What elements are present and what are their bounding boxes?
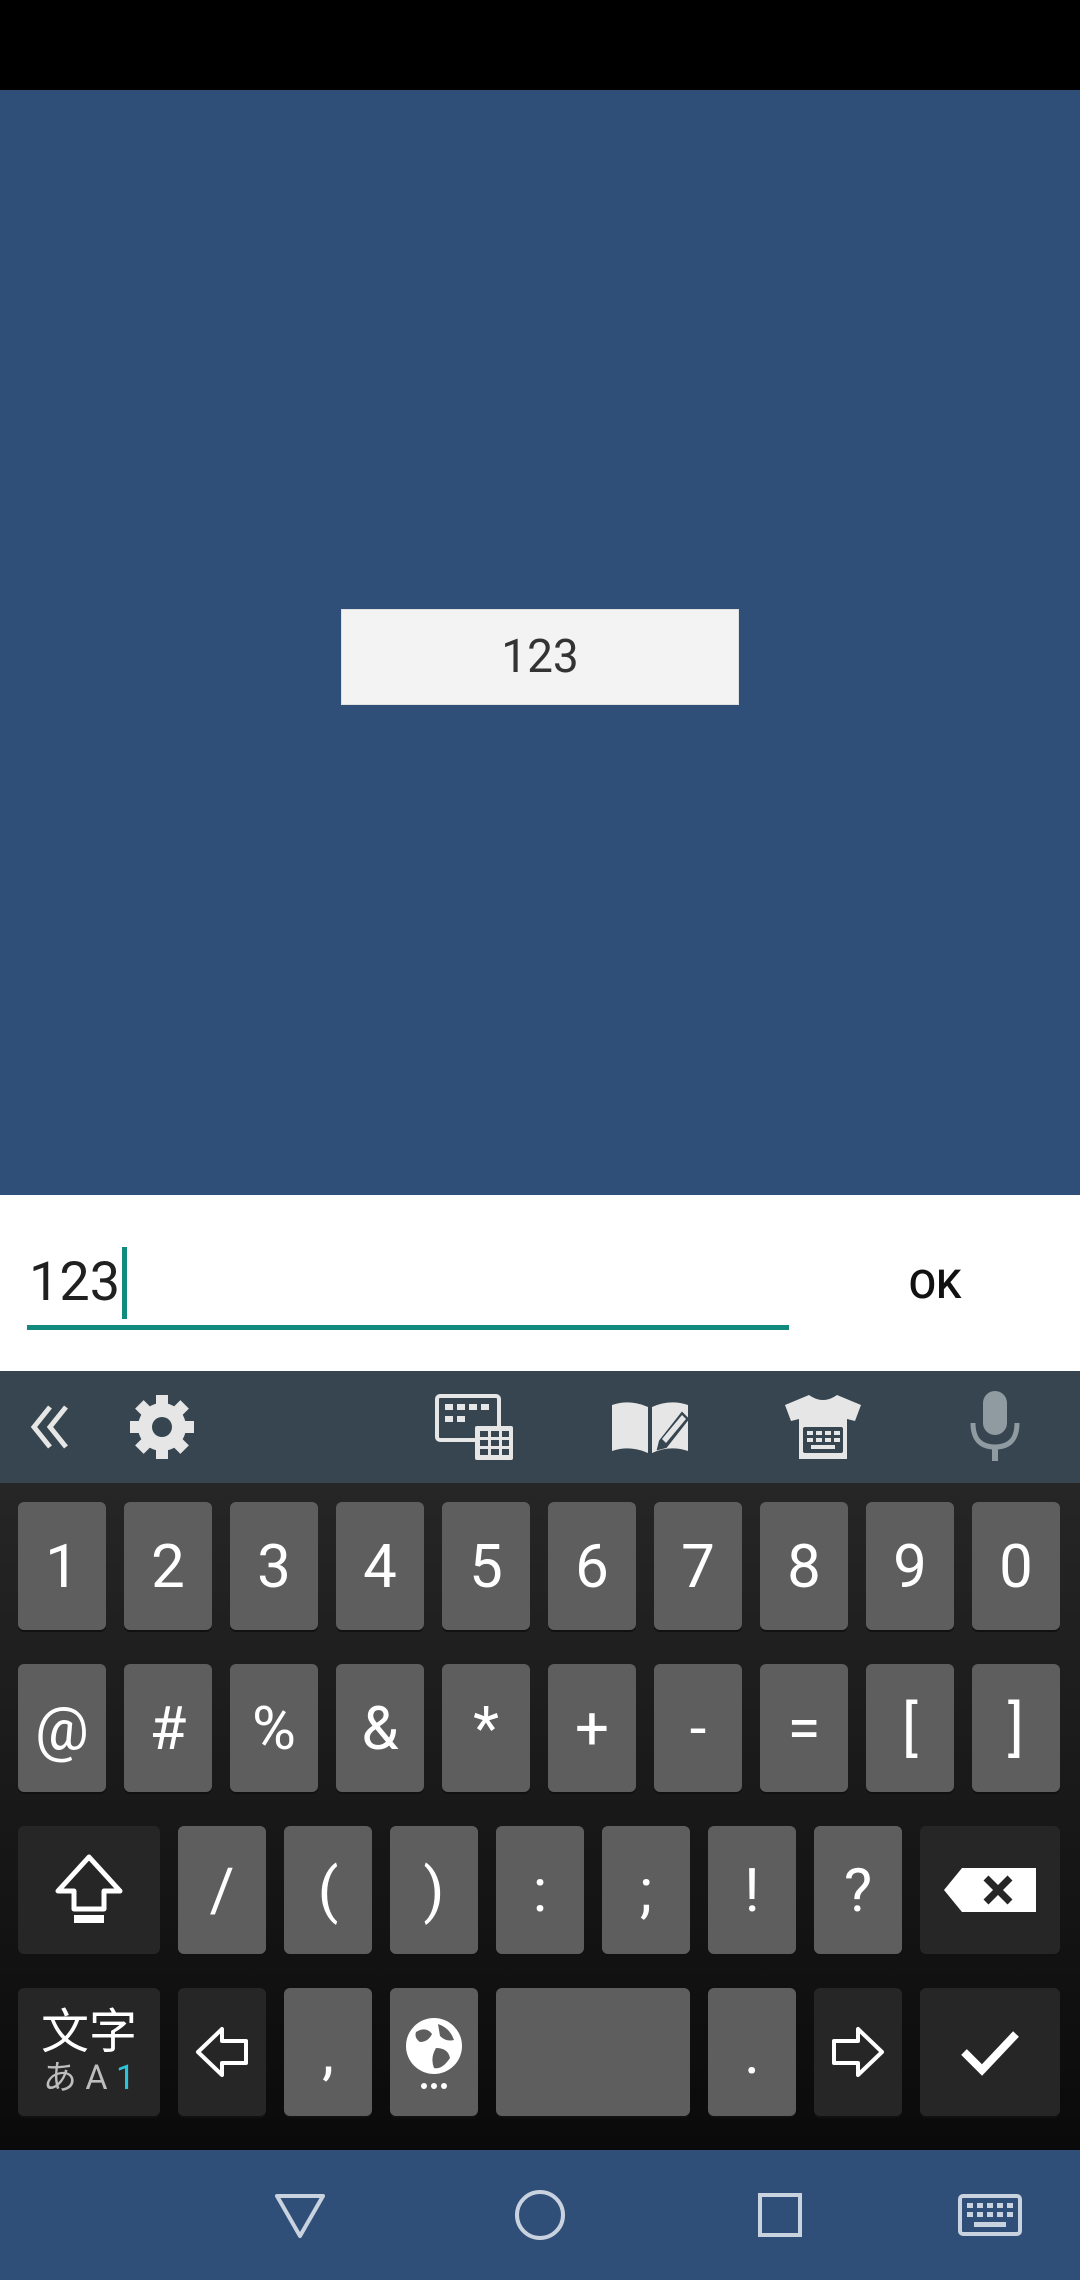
key-at[interactable]: @ (18, 1664, 106, 1792)
collapse-icon[interactable] (16, 1371, 86, 1483)
keyboard-icon (958, 2194, 1022, 2236)
key-right-bracket[interactable]: ] (972, 1664, 1060, 1792)
key-comma[interactable]: , (284, 1988, 372, 2116)
backspace-icon (944, 1868, 1036, 1912)
keyboard-grid-icon[interactable] (430, 1371, 520, 1483)
recents-square-icon (758, 2193, 802, 2237)
back-triangle-icon (275, 2194, 325, 2238)
key-asterisk[interactable]: * (442, 1664, 530, 1792)
back-button[interactable] (260, 2150, 340, 2280)
key-8[interactable]: 8 (760, 1502, 848, 1630)
key-4[interactable]: 4 (336, 1502, 424, 1630)
key-period[interactable]: . (708, 1988, 796, 2116)
recents-button[interactable] (740, 2150, 820, 2280)
shift-arrow-icon (55, 1854, 123, 1923)
mode-key-hiragana: あ (42, 2058, 77, 2098)
checkmark-icon (961, 2031, 1019, 2076)
key-right-paren[interactable]: ) (390, 1826, 478, 1954)
theme-shirt-icon[interactable] (778, 1371, 868, 1483)
key-3[interactable]: 3 (230, 1502, 318, 1630)
key-5[interactable]: 5 (442, 1502, 530, 1630)
key-0[interactable]: 0 (972, 1502, 1060, 1630)
value-display[interactable]: 123 (341, 609, 739, 705)
text-input-value: 123 (29, 1251, 121, 1314)
space-key[interactable] (496, 1988, 690, 2116)
key-left-bracket[interactable]: [ (866, 1664, 954, 1792)
key-semicolon[interactable]: ; (602, 1826, 690, 1954)
key-9[interactable]: 9 (866, 1502, 954, 1630)
backspace-key[interactable] (920, 1826, 1060, 1954)
key-colon[interactable]: : (496, 1826, 584, 1954)
key-percent[interactable]: % (230, 1664, 318, 1792)
language-key[interactable] (390, 1988, 478, 2116)
key-question[interactable]: ? (814, 1826, 902, 1954)
keyboard-switch-button[interactable] (950, 2150, 1030, 2280)
shift-key[interactable] (18, 1826, 160, 1954)
key-equals[interactable]: = (760, 1664, 848, 1792)
cursor-left-key[interactable] (178, 1988, 266, 2116)
key-6[interactable]: 6 (548, 1502, 636, 1630)
input-mode-key[interactable]: 文字 あ A 1 (18, 1988, 160, 2116)
key-hash[interactable]: # (124, 1664, 212, 1792)
key-ampersand[interactable]: & (336, 1664, 424, 1792)
key-exclamation[interactable]: ! (708, 1826, 796, 1954)
gear-icon[interactable] (122, 1371, 202, 1483)
key-slash[interactable]: / (178, 1826, 266, 1954)
enter-key[interactable] (920, 1988, 1060, 2116)
arrow-right-icon (832, 2027, 884, 2077)
microphone-icon[interactable] (955, 1371, 1035, 1483)
mode-key-kanji: 文字 (40, 2003, 137, 2060)
globe-icon (406, 2018, 462, 2089)
dictionary-edit-icon[interactable] (605, 1371, 695, 1483)
key-minus[interactable]: - (654, 1664, 742, 1792)
key-plus[interactable]: + (548, 1664, 636, 1792)
status-bar (0, 0, 1080, 90)
home-circle-icon (515, 2190, 565, 2240)
navigation-bar (0, 2150, 1080, 2280)
key-1[interactable]: 1 (18, 1502, 106, 1630)
mode-key-number: 1 (115, 2058, 136, 2098)
mode-key-alpha: A (85, 2058, 108, 2098)
ok-button[interactable]: OK (870, 1244, 1000, 1324)
home-button[interactable] (500, 2150, 580, 2280)
text-caret (122, 1246, 128, 1319)
arrow-left-icon (196, 2027, 248, 2077)
key-2[interactable]: 2 (124, 1502, 212, 1630)
keyboard-toolbar (0, 1371, 1080, 1483)
text-input-field[interactable]: 123 (27, 1240, 789, 1330)
key-left-paren[interactable]: ( (284, 1826, 372, 1954)
key-7[interactable]: 7 (654, 1502, 742, 1630)
cursor-right-key[interactable] (814, 1988, 902, 2116)
